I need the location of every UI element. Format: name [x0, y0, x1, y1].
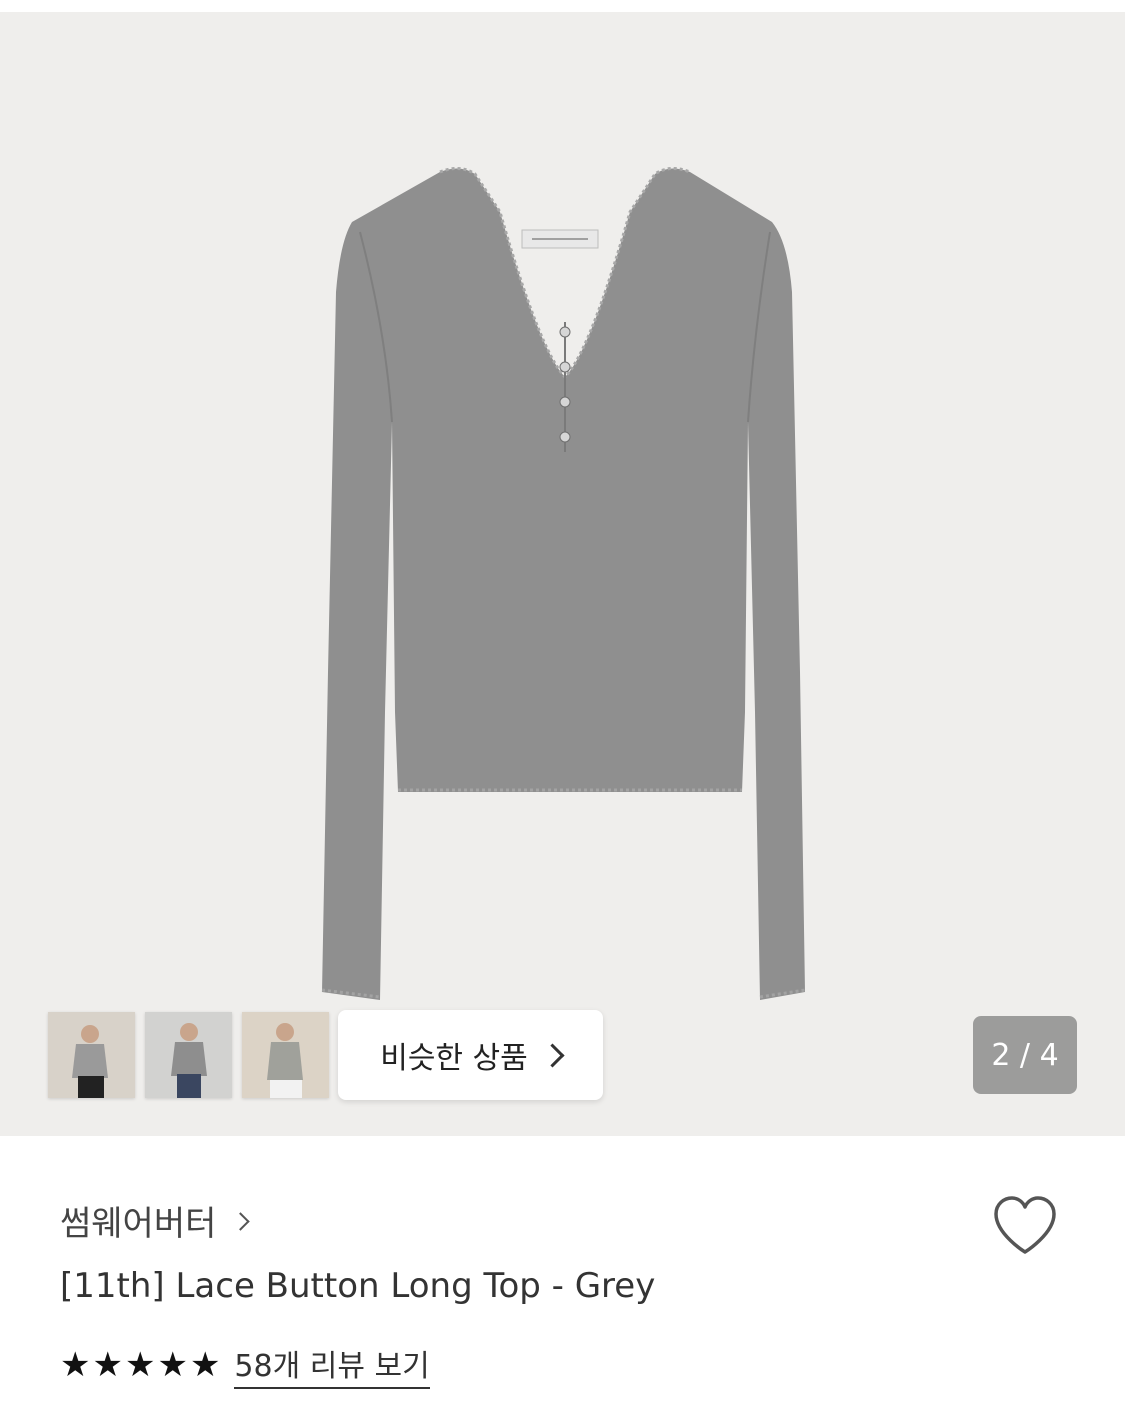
rating-row: ★ ★ ★ ★ ★ 58개 리뷰 보기: [60, 1341, 430, 1389]
product-image: [321, 167, 806, 1000]
similar-products-button[interactable]: 비슷한 상품: [338, 1010, 603, 1100]
brand-name: 썸웨어버터: [60, 1204, 217, 1244]
chevron-right-icon: [231, 1212, 251, 1231]
chevron-right-icon: [540, 1042, 565, 1068]
star-filled-icon: ★: [92, 1345, 123, 1385]
star-filled-icon: ★: [157, 1345, 188, 1385]
product-gallery[interactable]: 비슷한 상품 2 / 4: [0, 12, 1125, 1136]
star-filled-icon: ★: [124, 1345, 156, 1385]
similar-thumbnails: [48, 1012, 329, 1098]
product-title: [11th] Lace Button Long Top - Grey: [60, 1266, 656, 1306]
thumbnail-3[interactable]: [242, 1012, 329, 1098]
heart-outline-icon[interactable]: [990, 1194, 1060, 1258]
star-rating: ★ ★ ★ ★ ★: [60, 1348, 220, 1382]
product-detail-page: 비슷한 상품 2 / 4 썸웨어버터 [11th] Lace Button Lo…: [0, 0, 1125, 1402]
brand-link[interactable]: 썸웨어버터: [60, 1196, 251, 1245]
reviews-link[interactable]: 58개 리뷰 보기: [234, 1341, 430, 1389]
star-filled-icon: ★: [60, 1345, 91, 1385]
product-info: 썸웨어버터 [11th] Lace Button Long Top - Grey…: [0, 1136, 1125, 1402]
top-strip: [0, 0, 1125, 12]
similar-products-label: 비슷한 상품: [380, 1041, 528, 1076]
star-filled-icon: ★: [189, 1345, 221, 1385]
image-page-indicator: 2 / 4: [973, 1016, 1077, 1094]
thumbnail-2[interactable]: [145, 1012, 232, 1098]
thumbnail-1[interactable]: [48, 1012, 135, 1098]
